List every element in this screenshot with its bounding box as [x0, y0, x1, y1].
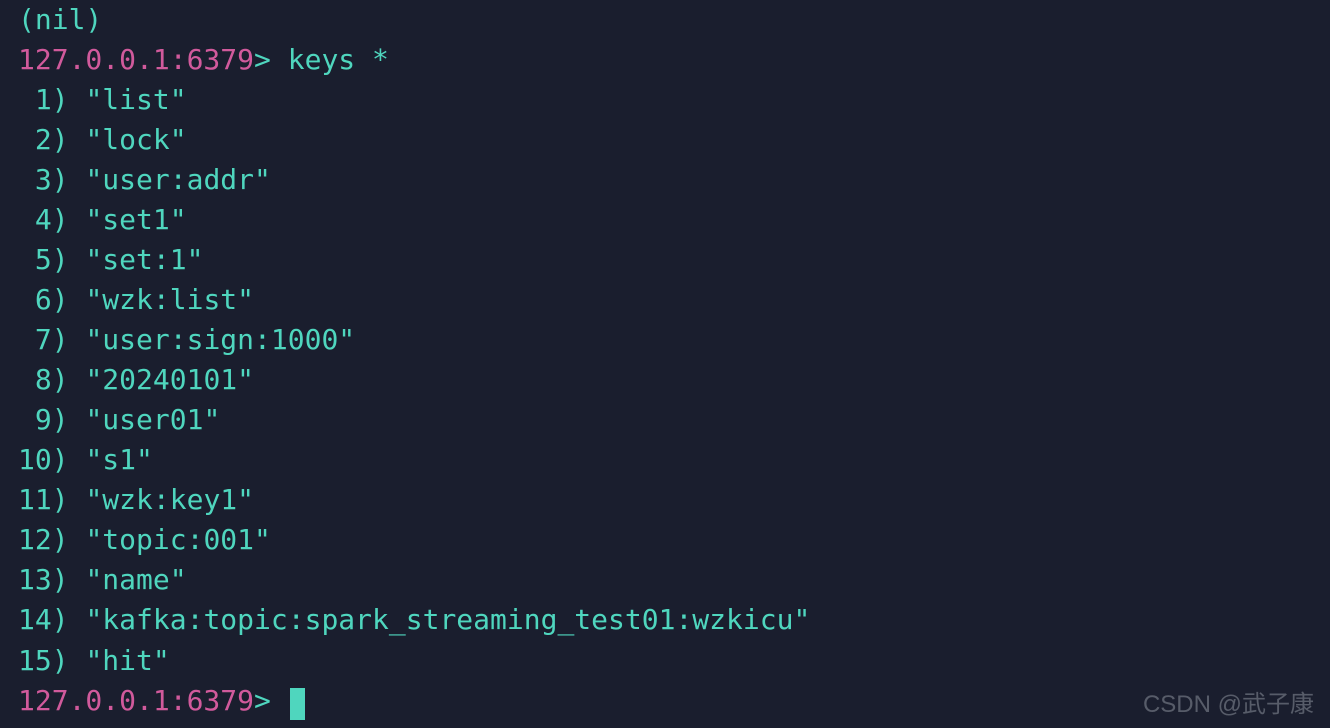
prompt-current-line[interactable]: 127.0.0.1:6379>	[18, 681, 1312, 721]
result-row: 2) "lock"	[18, 120, 1312, 160]
result-row: 14) "kafka:topic:spark_streaming_test01:…	[18, 600, 1312, 640]
prompt-command-line: 127.0.0.1:6379> keys *	[18, 40, 1312, 80]
result-row: 8) "20240101"	[18, 360, 1312, 400]
result-row: 6) "wzk:list"	[18, 280, 1312, 320]
result-row: 9) "user01"	[18, 400, 1312, 440]
result-row: 13) "name"	[18, 560, 1312, 600]
terminal-output[interactable]: (nil) 127.0.0.1:6379> keys * 1) "list" 2…	[18, 0, 1312, 721]
result-row: 15) "hit"	[18, 641, 1312, 681]
result-row: 4) "set1"	[18, 200, 1312, 240]
result-row: 7) "user:sign:1000"	[18, 320, 1312, 360]
partial-prev-output: (nil)	[18, 0, 1312, 40]
cursor-icon	[290, 688, 305, 720]
result-row: 3) "user:addr"	[18, 160, 1312, 200]
result-row: 11) "wzk:key1"	[18, 480, 1312, 520]
result-row: 1) "list"	[18, 80, 1312, 120]
result-row: 10) "s1"	[18, 440, 1312, 480]
watermark-text: CSDN @武子康	[1143, 688, 1314, 722]
result-row: 5) "set:1"	[18, 240, 1312, 280]
result-row: 12) "topic:001"	[18, 520, 1312, 560]
